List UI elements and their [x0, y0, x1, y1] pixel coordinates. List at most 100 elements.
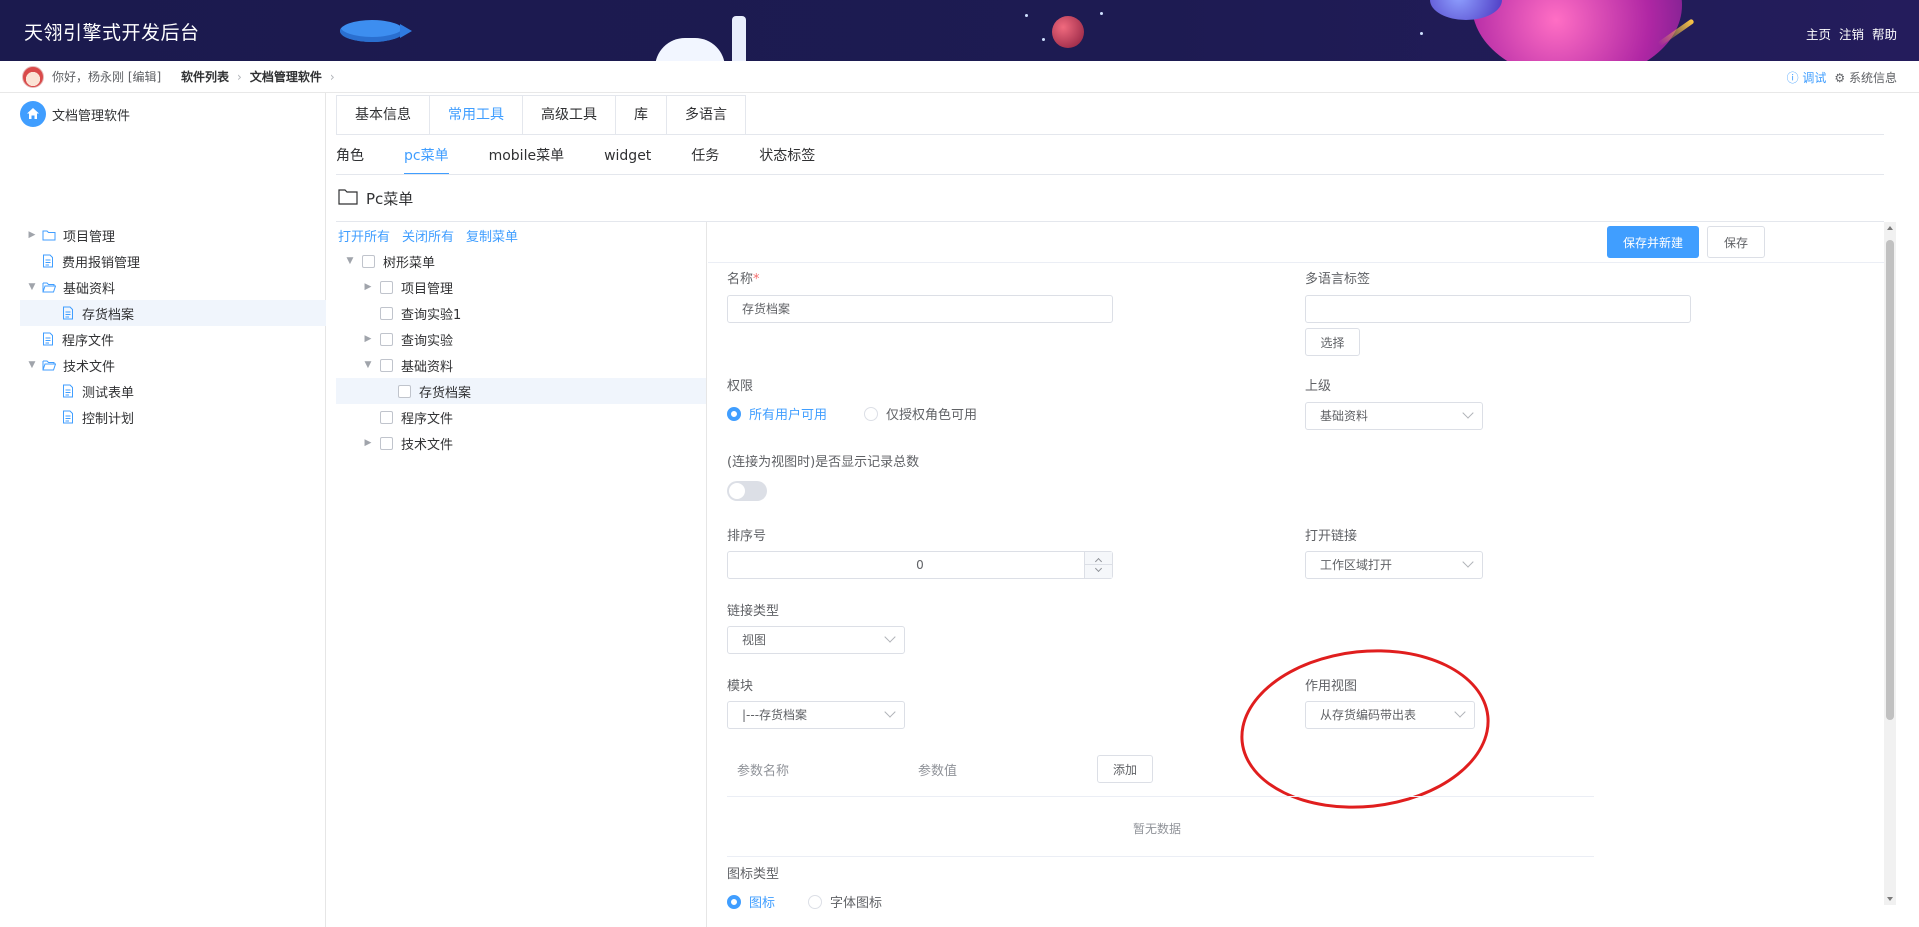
chevron-down-icon[interactable]: [1094, 564, 1103, 573]
copy-menu-link[interactable]: 复制菜单: [466, 226, 518, 245]
menu-tree-item[interactable]: 程序文件: [380, 404, 453, 430]
caret-right-icon[interactable]: ▶: [362, 437, 374, 449]
collapse-all-link[interactable]: 关闭所有: [402, 226, 454, 245]
caret-down-icon[interactable]: ▼: [26, 359, 38, 371]
document-icon: [62, 410, 74, 424]
save-button[interactable]: 保存: [1707, 226, 1765, 258]
tab-status-label[interactable]: 状态标签: [759, 145, 815, 175]
menu-tree-item[interactable]: ▶ 查询实验: [362, 326, 453, 352]
tree-item-program[interactable]: 程序文件: [38, 326, 114, 352]
radio-authorized-roles[interactable]: 仅授权角色可用: [864, 404, 977, 423]
link-type-select[interactable]: 视图: [727, 626, 905, 654]
checkbox[interactable]: [398, 384, 411, 398]
expand-all-link[interactable]: 打开所有: [338, 226, 390, 245]
empty-placeholder: 暂无数据: [1133, 822, 1182, 836]
checkbox[interactable]: [380, 358, 393, 372]
tree-item-expense[interactable]: 费用报销管理: [38, 248, 140, 274]
radio-dot[interactable]: [727, 894, 741, 909]
caret-right-icon[interactable]: ▶: [362, 333, 374, 345]
nav-logout[interactable]: 注销: [1839, 24, 1864, 43]
document-icon: [62, 306, 74, 320]
menu-tree-item[interactable]: 查询实验1: [380, 300, 461, 326]
link-type-label: 链接类型: [727, 604, 780, 619]
checkbox[interactable]: [380, 436, 393, 450]
tab-widget[interactable]: widget: [604, 145, 651, 175]
radio-dot[interactable]: [864, 406, 878, 421]
menu-tree-item[interactable]: ▶ 项目管理: [362, 274, 453, 300]
checkbox[interactable]: [380, 306, 393, 320]
menu-form: 保存并新建 保存 名称* 存货档案 多语言标签 选择 权限 所有用户可用 仅授权…: [708, 222, 1884, 927]
number-stepper[interactable]: [1084, 552, 1113, 578]
breadcrumb-current-software[interactable]: 文档管理软件: [250, 68, 322, 85]
i18n-input[interactable]: [1305, 295, 1691, 323]
form-divider: [708, 262, 1884, 263]
scroll-down-icon[interactable]: [1887, 897, 1893, 901]
menu-tree-root[interactable]: ▼ 树形菜单: [344, 248, 435, 274]
tree-root[interactable]: 文档管理软件: [20, 101, 130, 127]
breadcrumb-software-list[interactable]: 软件列表: [181, 68, 229, 85]
tab-mobile-menu[interactable]: mobile菜单: [489, 145, 564, 175]
checkbox[interactable]: [380, 280, 393, 294]
choose-button[interactable]: 选择: [1305, 328, 1360, 356]
checkbox[interactable]: [380, 410, 393, 424]
tree-item-control-plan[interactable]: 控制计划: [58, 404, 134, 430]
blimp-decoration: [340, 20, 412, 42]
open-link-select[interactable]: 工作区域打开: [1305, 551, 1483, 579]
tab-common-tools[interactable]: 常用工具: [430, 96, 523, 135]
parent-select[interactable]: 基础资料: [1305, 402, 1483, 430]
breadcrumb-separator: [169, 70, 173, 84]
caret-right-icon[interactable]: ▶: [26, 229, 38, 241]
tab-basic-info[interactable]: 基本信息: [337, 96, 430, 135]
checkbox[interactable]: [362, 254, 375, 268]
module-select[interactable]: |---存货档案: [727, 701, 905, 729]
tree-item-label: 基础资料: [63, 281, 116, 297]
menu-tree-item-selected[interactable]: 存货档案: [336, 378, 706, 404]
radio-all-users[interactable]: 所有用户可用: [727, 404, 827, 423]
show-count-switch[interactable]: [727, 481, 767, 501]
tab-role[interactable]: 角色: [336, 145, 364, 175]
checkbox[interactable]: [380, 332, 393, 346]
tab-pc-menu[interactable]: pc菜单: [404, 145, 449, 175]
avatar[interactable]: [22, 65, 44, 88]
menu-tree-label: 项目管理: [401, 281, 454, 297]
tree-item-test-form[interactable]: 测试表单: [58, 378, 134, 404]
debug-link[interactable]: ⓘ 调试: [1787, 69, 1827, 86]
chevron-down-icon: [1462, 407, 1474, 419]
system-info-link[interactable]: ⚙ 系统信息: [1834, 69, 1897, 86]
tree-item-basic[interactable]: ▼ 基础资料: [26, 274, 115, 300]
tree-item-project[interactable]: ▶ 项目管理: [26, 222, 115, 248]
show-count-label: (连接为视图时)是否显示记录总数: [727, 455, 920, 470]
radio-icon-image[interactable]: 图标: [727, 892, 775, 911]
radio-dot[interactable]: [727, 406, 741, 421]
menu-tree: 打开所有 关闭所有 复制菜单 ▼ 树形菜单 ▶ 项目管理 查询实验1 ▶ 查询实…: [336, 222, 707, 927]
radio-font-icon[interactable]: 字体图标: [808, 892, 882, 911]
caret-down-icon[interactable]: ▼: [26, 281, 38, 293]
sub-tabs: 角色 pc菜单 mobile菜单 widget 任务 状态标签: [336, 145, 855, 175]
name-input[interactable]: 存货档案: [727, 295, 1113, 323]
breadcrumb-bar: 你好，杨永刚 [编辑] 软件列表 › 文档管理软件 › ⓘ 调试 ⚙ 系统信息: [0, 61, 1919, 93]
parent-label: 上级: [1305, 379, 1332, 394]
tree-item-label: 费用报销管理: [62, 255, 141, 271]
tree-item-inventory[interactable]: 存货档案: [20, 300, 326, 326]
section-title: Pc菜单: [366, 190, 414, 208]
tab-library[interactable]: 库: [616, 96, 667, 135]
caret-down-icon[interactable]: ▼: [362, 359, 374, 371]
menu-tree-item[interactable]: ▶ 技术文件: [362, 430, 453, 456]
add-param-button[interactable]: 添加: [1097, 755, 1153, 783]
form-scrollbar[interactable]: [1884, 222, 1896, 905]
scroll-up-icon[interactable]: [1887, 226, 1893, 230]
tab-multilanguage[interactable]: 多语言: [667, 96, 745, 135]
tab-advanced-tools[interactable]: 高级工具: [523, 96, 616, 135]
user-greeting[interactable]: 你好，杨永刚 [编辑]: [52, 68, 161, 85]
caret-right-icon[interactable]: ▶: [362, 281, 374, 293]
caret-down-icon[interactable]: ▼: [344, 255, 356, 267]
scrollbar-thumb[interactable]: [1886, 240, 1894, 720]
tab-task[interactable]: 任务: [691, 145, 719, 175]
radio-dot[interactable]: [808, 894, 822, 909]
tree-item-tech[interactable]: ▼ 技术文件: [26, 352, 115, 378]
menu-tree-item[interactable]: ▼ 基础资料: [362, 352, 453, 378]
order-number-input[interactable]: 0: [727, 551, 1113, 579]
save-and-new-button[interactable]: 保存并新建: [1607, 226, 1699, 258]
nav-home[interactable]: 主页: [1806, 24, 1831, 43]
nav-help[interactable]: 帮助: [1872, 24, 1897, 43]
